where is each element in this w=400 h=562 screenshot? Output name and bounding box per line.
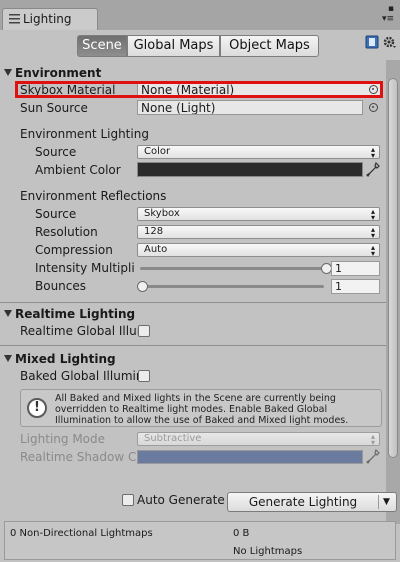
bounces-value-field[interactable]: 1: [331, 279, 380, 294]
lighting-mode-value: Subtractive: [144, 433, 202, 444]
generate-lighting-label: Generate Lighting: [248, 495, 358, 509]
refl-source-value: Skybox: [144, 208, 180, 219]
lighting-mode-label: Lighting Mode: [20, 432, 106, 446]
compression-label: Compression: [35, 243, 113, 257]
highlight-box: [15, 81, 383, 98]
baked-gi-label: Baked Global Illumir: [20, 369, 138, 383]
env-source-dropdown[interactable]: Color ▴ ▾: [137, 145, 380, 160]
eyedropper-icon[interactable]: [366, 449, 380, 465]
tab-scene[interactable]: Scene: [77, 35, 127, 57]
dropdown-arrow-icon: ▴ ▾: [370, 207, 375, 222]
button-divider: [378, 495, 379, 509]
sun-source-label: Sun Source: [20, 101, 88, 115]
resolution-value: 128: [144, 226, 164, 237]
lightmaps-status: No Lightmaps: [233, 546, 303, 557]
gear-icon[interactable]: [383, 35, 397, 49]
info-icon: !: [27, 398, 47, 418]
dropdown-arrow-icon: ▴ ▾: [370, 145, 375, 160]
realtime-lighting-header-label: Realtime Lighting: [15, 307, 136, 321]
ambient-color-label: Ambient Color: [35, 163, 121, 177]
dropdown-arrow-icon: ▴ ▾: [370, 243, 375, 258]
window-menu-buttons[interactable]: ▪ ▾≡: [382, 4, 394, 24]
intensity-label: Intensity Multiplie: [35, 261, 135, 275]
foldout-triangle-icon[interactable]: [4, 69, 12, 76]
window-menu-icon[interactable]: ▾≡: [382, 14, 394, 24]
maximize-icon[interactable]: ▪: [382, 4, 394, 14]
env-source-label: Source: [35, 145, 77, 159]
mixed-lighting-header[interactable]: Mixed Lighting: [4, 352, 116, 366]
realtime-gi-label: Realtime Global Illur: [20, 324, 138, 338]
lightmaps-size: 0 B: [233, 528, 250, 539]
info-message: All Baked and Mixed lights in the Scene …: [55, 393, 349, 426]
shadow-color-label: Realtime Shadow Co: [20, 450, 136, 464]
environment-header[interactable]: Environment: [4, 66, 101, 80]
environment-header-label: Environment: [15, 66, 102, 80]
baked-gi-checkbox[interactable]: [138, 370, 150, 382]
compression-dropdown[interactable]: Auto ▴ ▾: [137, 243, 380, 258]
bounces-label: Bounces: [35, 279, 87, 293]
mixed-lighting-header-label: Mixed Lighting: [15, 352, 116, 366]
object-picker-icon[interactable]: [369, 103, 378, 112]
resolution-label: Resolution: [35, 225, 98, 239]
realtime-gi-checkbox[interactable]: [138, 325, 150, 337]
auto-generate-checkbox[interactable]: [122, 494, 134, 506]
refl-source-dropdown[interactable]: Skybox ▴ ▾: [137, 207, 380, 222]
info-help-box: ! All Baked and Mixed lights in the Scen…: [20, 389, 382, 427]
realtime-lighting-header[interactable]: Realtime Lighting: [4, 307, 135, 321]
sun-source-value: None (Light): [141, 101, 216, 115]
section-divider: [0, 302, 386, 303]
refl-source-label: Source: [35, 207, 77, 221]
environment-reflections-header: Environment Reflections: [20, 189, 167, 203]
lighting-window-tab[interactable]: Lighting: [2, 8, 98, 30]
scrollbar-thumb[interactable]: [388, 78, 398, 458]
tab-title: Lighting: [23, 12, 72, 26]
tab-global-maps-label: Global Maps: [133, 38, 214, 53]
sun-source-field[interactable]: None (Light): [137, 100, 363, 115]
eyedropper-icon[interactable]: [366, 162, 380, 178]
list-icon: [9, 14, 20, 24]
help-book-icon[interactable]: [365, 35, 379, 49]
chevron-down-icon[interactable]: ▼: [383, 493, 390, 511]
compression-value: Auto: [144, 244, 168, 255]
tab-scene-label: Scene: [82, 38, 122, 53]
dropdown-arrow-icon: ▴ ▾: [370, 432, 375, 447]
intensity-slider-track[interactable]: [140, 267, 324, 270]
lightmaps-label: 0 Non-Directional Lightmaps: [10, 528, 153, 539]
bounces-slider-track[interactable]: [140, 285, 324, 288]
dropdown-arrow-icon: ▴ ▾: [370, 225, 375, 240]
tab-object-maps[interactable]: Object Maps: [220, 35, 319, 57]
env-source-value: Color: [144, 146, 171, 157]
generate-lighting-button[interactable]: Generate Lighting ▼: [227, 492, 397, 512]
resolution-dropdown[interactable]: 128 ▴ ▾: [137, 225, 380, 240]
environment-lighting-header: Environment Lighting: [20, 127, 149, 141]
section-divider: [0, 345, 386, 346]
shadow-color-swatch[interactable]: [137, 450, 363, 464]
foldout-triangle-icon[interactable]: [4, 310, 12, 317]
foldout-triangle-icon[interactable]: [4, 355, 12, 362]
intensity-value-field[interactable]: 1: [331, 261, 380, 276]
bounces-slider-thumb[interactable]: [137, 281, 148, 292]
auto-generate-label: Auto Generate: [137, 493, 225, 507]
tab-object-maps-label: Object Maps: [229, 38, 310, 53]
ambient-color-swatch[interactable]: [137, 162, 363, 177]
tab-global-maps[interactable]: Global Maps: [127, 35, 220, 57]
lighting-mode-dropdown[interactable]: Subtractive ▴ ▾: [137, 432, 380, 447]
lightmaps-info-panel: 0 Non-Directional Lightmaps 0 B No Light…: [4, 521, 396, 560]
